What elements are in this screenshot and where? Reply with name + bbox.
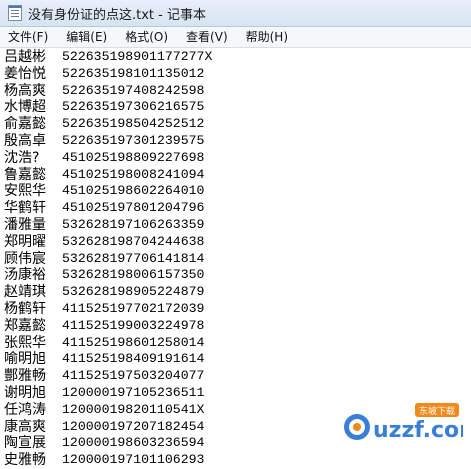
menu-view[interactable]: 查看(V): [177, 27, 237, 47]
person-name: 吕越彬: [4, 49, 46, 65]
person-name: 郑嘉懿: [4, 317, 46, 334]
text-line: 俞嘉懿 522635198504252512: [4, 116, 212, 133]
person-name: 康高爽: [4, 418, 46, 435]
person-name: 张熙华: [4, 334, 46, 351]
id-number: 451025198008241094: [62, 166, 205, 182]
person-name: 殷高卓: [4, 132, 46, 149]
person-name: 谢明旭: [4, 384, 46, 401]
uzzf-watermark-logo: uzzf.com 东坡下载: [344, 403, 463, 443]
id-number: 411525197503204077: [62, 368, 205, 384]
person-name: 杨鹤轩: [4, 300, 46, 317]
text-line: 陶宣展 120000198603236594: [4, 435, 212, 452]
id-number: 522635198504252512: [62, 116, 205, 132]
id-number: 532628198006157350: [62, 267, 205, 283]
person-name: 喻明旭: [4, 351, 46, 368]
text-line: 汤康裕 532628198006157350: [4, 267, 212, 284]
person-name: 酆雅畅: [4, 368, 46, 385]
person-name: 姜怡悦: [4, 65, 46, 82]
person-name: 汤康裕: [4, 267, 46, 284]
watermark-text: uzzf.com: [373, 418, 463, 443]
text-line: 水博超 522635197306216575: [4, 99, 212, 116]
text-line: 姜怡悦 522635198101135012: [4, 66, 212, 83]
text-line: 康高爽 120000197207182454: [4, 419, 212, 436]
title-bar: 没有身份证的点这.txt - 记事本: [0, 0, 471, 27]
id-number: 522635197301239575: [62, 132, 205, 148]
menu-bar: 文件(F) 编辑(E) 格式(O) 查看(V) 帮助(H): [0, 27, 471, 48]
id-number: 411525198409191614: [62, 351, 205, 367]
text-line: 顾伟宸 532628197706141814: [4, 251, 212, 268]
person-name: 安熙华: [4, 183, 46, 200]
text-line: 杨鹤轩 411525197702172039: [4, 301, 212, 318]
person-name: 陶宣展: [4, 435, 46, 452]
text-line: 安熙华 451025198602264010: [4, 183, 212, 200]
text-line: 酆雅畅 411525197503204077: [4, 368, 212, 385]
person-name: 顾伟宸: [4, 250, 46, 267]
menu-file[interactable]: 文件(F): [0, 27, 57, 47]
id-number: 451025197801204796: [62, 200, 205, 216]
id-number: 522635198901177277X: [62, 49, 213, 64]
person-name: 俞嘉懿: [4, 116, 46, 133]
text-line: 郑嘉懿 411525199003224978: [4, 318, 212, 335]
person-name: 杨高爽: [4, 82, 46, 99]
notepad-icon: [8, 5, 22, 21]
person-name: 华鹤轩: [4, 200, 46, 217]
person-name: 潘雅量: [4, 216, 46, 233]
text-line: 杨高爽 522635197408242598: [4, 83, 212, 100]
text-line: 喻明旭 411525198409191614: [4, 351, 212, 368]
id-number: 120000197207182454: [62, 418, 205, 434]
id-number: 532628197706141814: [62, 250, 205, 266]
id-number: 411525199003224978: [62, 317, 205, 333]
person-name: 任鸿涛: [4, 401, 46, 418]
id-number: 120000197105236511: [62, 384, 205, 400]
id-number: 120000198603236594: [62, 435, 205, 451]
id-number: 522635197306216575: [62, 99, 205, 115]
person-name: 沈浩?: [4, 149, 40, 166]
text-editor-area[interactable]: 吕越彬 522635198901177277X 姜怡悦 522635198101135…: [0, 48, 471, 468]
id-number: 451025198809227698: [62, 149, 205, 165]
id-number: 411525198601258014: [62, 334, 205, 350]
id-number: 532628198905224879: [62, 284, 205, 300]
id-number: 12000019820110541X: [62, 401, 205, 417]
window-title: 没有身份证的点这.txt - 记事本: [28, 7, 206, 23]
menu-edit[interactable]: 编辑(E): [57, 27, 116, 47]
id-number: 532628198704244638: [62, 233, 205, 249]
id-number: 522635198101135012: [62, 65, 205, 81]
text-line: 郑明曜 532628198704244638: [4, 234, 212, 251]
watermark-badge: 东坡下载: [419, 405, 455, 417]
text-line: 鲁嘉懿 451025198008241094: [4, 167, 212, 184]
text-line: 吕越彬 522635198901177277X: [4, 49, 212, 66]
id-number: 411525197702172039: [62, 300, 205, 316]
text-line: 赵靖琪 532628198905224879: [4, 284, 212, 301]
text-line: 沈浩? 451025198809227698: [4, 150, 212, 167]
text-line: 华鹤轩 451025197801204796: [4, 200, 212, 217]
text-line: 谢明旭 120000197105236511: [4, 385, 212, 402]
text-content: 吕越彬 522635198901177277X 姜怡悦 522635198101135…: [4, 49, 212, 469]
text-line: 张熙华 411525198601258014: [4, 335, 212, 352]
text-line: 殷高卓 522635197301239575: [4, 133, 212, 150]
id-number: 522635197408242598: [62, 82, 205, 98]
text-line: 潘雅量 532628197106263359: [4, 217, 212, 234]
person-name: 赵靖琪: [4, 284, 46, 301]
person-name: 鲁嘉懿: [4, 166, 46, 183]
menu-format[interactable]: 格式(O): [116, 27, 177, 47]
text-line: 任鸿涛 12000019820110541X: [4, 402, 212, 419]
id-number: 451025198602264010: [62, 183, 205, 199]
person-name: 郑明曜: [4, 233, 46, 250]
id-number: 532628197106263359: [62, 216, 205, 232]
menu-help[interactable]: 帮助(H): [237, 27, 297, 47]
person-name: 水博超: [4, 99, 46, 116]
